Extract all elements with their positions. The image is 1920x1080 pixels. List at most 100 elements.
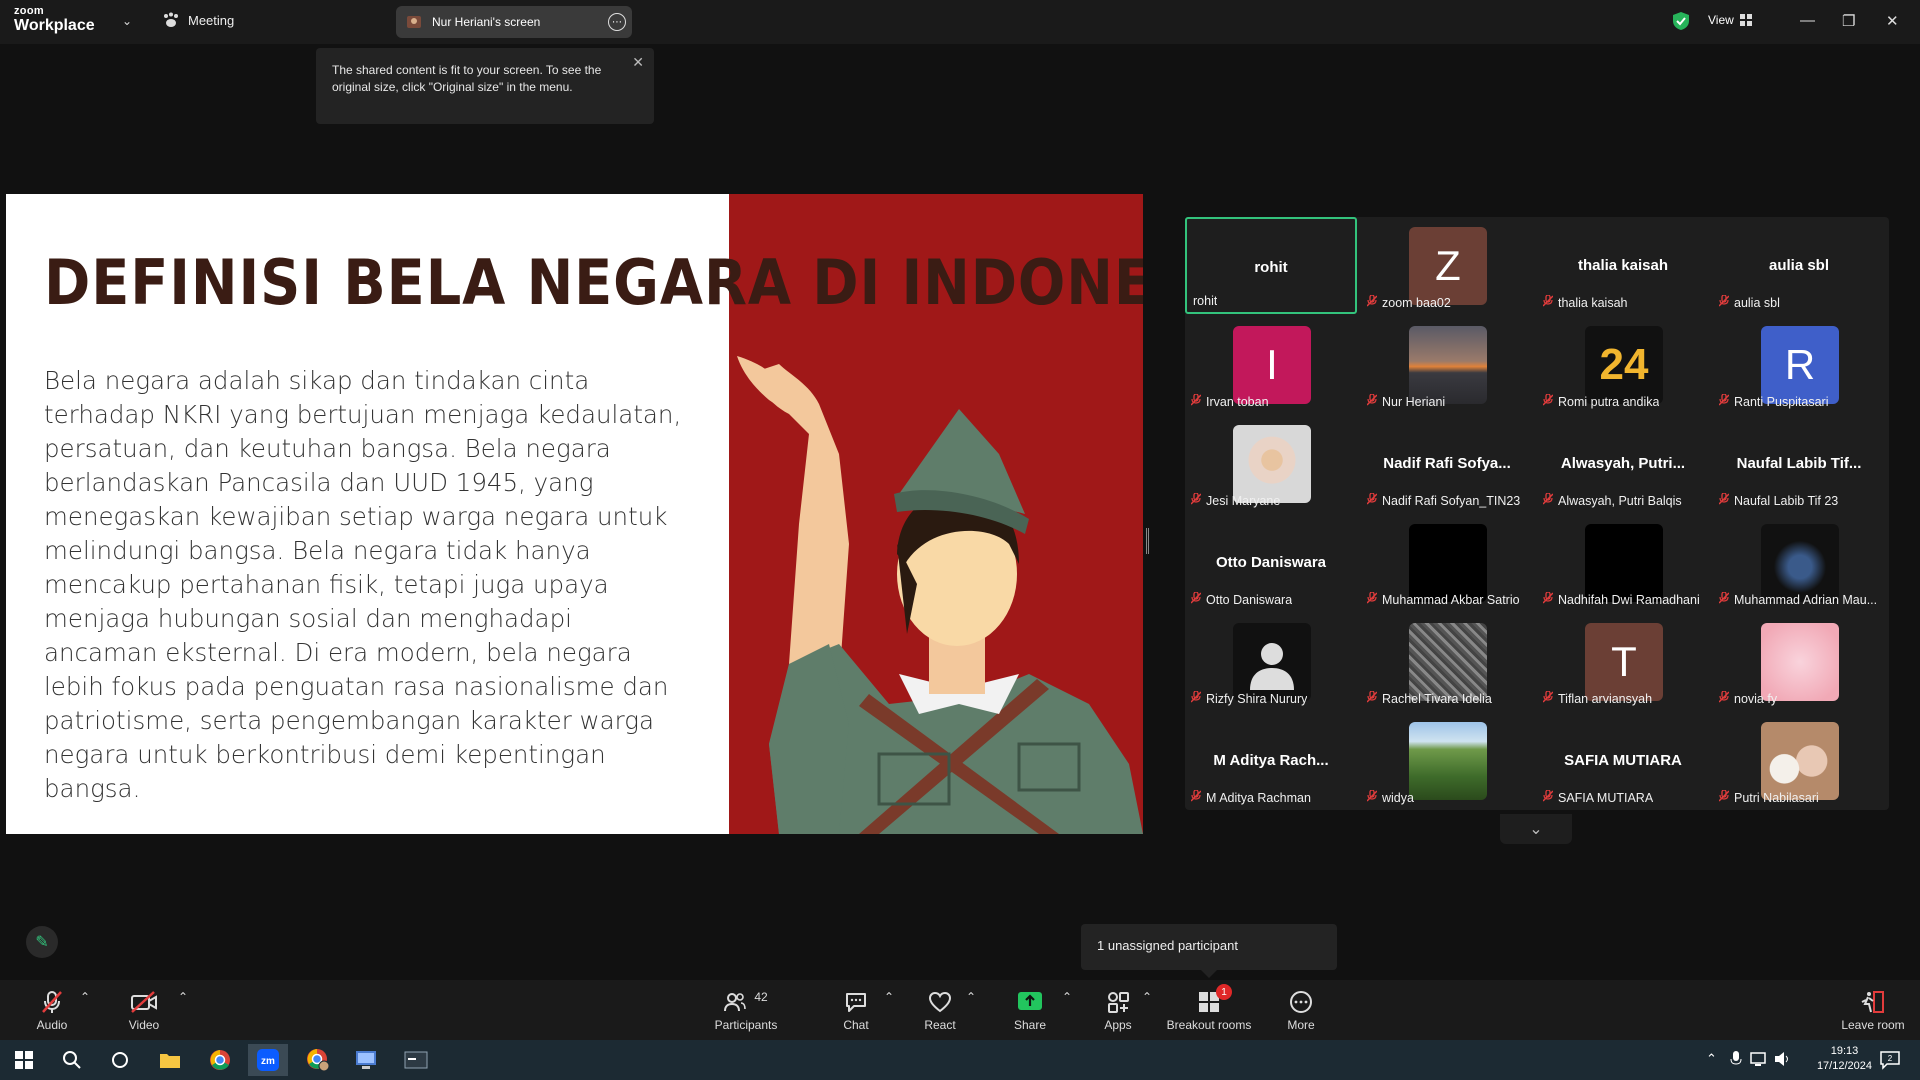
file-explorer-icon[interactable] [150, 1044, 190, 1076]
participant-tile[interactable]: R Ranti Puspitasari [1713, 316, 1885, 413]
audio-button[interactable]: Audio [32, 990, 72, 1032]
chrome-profile-icon[interactable] [298, 1044, 338, 1076]
more-label: More [1287, 1018, 1315, 1032]
video-button[interactable]: Video [124, 990, 164, 1032]
participant-name: Nadhifah Dwi Ramadhani [1543, 592, 1700, 607]
zoom-workplace-logo[interactable]: zoom Workplace [14, 6, 95, 34]
restore-icon[interactable]: ❐ [1842, 12, 1855, 30]
unassigned-participant-toast[interactable]: 1 unassigned participant [1081, 924, 1337, 978]
participant-tile[interactable]: aulia sbl aulia sbl [1713, 217, 1885, 314]
tooltip-close-icon[interactable]: ✕ [632, 54, 644, 71]
share-options-caret-icon[interactable]: ⌃ [1062, 990, 1072, 1004]
participant-tile[interactable]: Nur Heriani [1361, 316, 1533, 413]
participant-name: Muhammad Akbar Satrio [1367, 592, 1520, 607]
participant-tile[interactable]: Otto Daniswara Otto Daniswara [1185, 514, 1357, 611]
participant-tile[interactable]: widya [1361, 712, 1533, 809]
apps-button[interactable]: Apps [1100, 990, 1136, 1032]
taskbar-clock[interactable]: 19:13 17/12/2024 [1817, 1044, 1872, 1074]
fit-screen-tooltip: The shared content is fit to your screen… [316, 48, 654, 124]
participant-tile[interactable]: rohit rohit [1185, 217, 1357, 314]
participant-tile[interactable]: 24 Romi putra andika [1537, 316, 1709, 413]
screen-share-pill[interactable]: Nur Heriani's screen ⋯ [396, 6, 632, 38]
security-shield-icon[interactable] [1672, 11, 1690, 31]
tray-chevron-up-icon[interactable]: ⌃ [1706, 1051, 1717, 1067]
participants-label: Participants [714, 1018, 778, 1032]
task-view-icon[interactable] [100, 1044, 140, 1076]
participant-tile[interactable]: Rachel Tivara Idelia [1361, 613, 1533, 710]
chat-button[interactable]: Chat [838, 990, 874, 1032]
participant-tile[interactable]: Muhammad Akbar Satrio [1361, 514, 1533, 611]
participant-tile[interactable]: Putri Nabilasari [1713, 712, 1885, 809]
minimize-icon[interactable]: — [1800, 12, 1815, 29]
zoom-taskbar-icon[interactable]: zm [248, 1044, 288, 1076]
annotate-pen-icon[interactable]: ✎ [26, 926, 58, 958]
participant-tile[interactable]: Nadhifah Dwi Ramadhani [1537, 514, 1709, 611]
avatar [1233, 425, 1311, 503]
shared-screen-slide[interactable]: DEFINISI BELA NEGARA DI INDONESIA Bela n… [6, 194, 1143, 834]
breakout-rooms-button[interactable]: 1 Breakout rooms [1164, 984, 1254, 1032]
tray-mic-icon[interactable] [1730, 1051, 1742, 1067]
screen-label: Nur Heriani's screen [432, 15, 541, 29]
participant-name: rohit [1193, 294, 1217, 308]
leave-room-button[interactable]: Leave room [1838, 990, 1908, 1032]
participant-name-text: Muhammad Adrian Mau... [1734, 592, 1878, 607]
chat-options-caret-icon[interactable]: ⌃ [884, 990, 894, 1004]
search-icon[interactable] [52, 1044, 92, 1076]
leave-label: Leave room [1841, 1018, 1905, 1032]
participant-tile[interactable]: Rizfy Shira Nurury [1185, 613, 1357, 710]
participant-tile[interactable]: Naufal Labib Tif... Naufal Labib Tif 23 [1713, 415, 1885, 512]
meeting-info-button[interactable]: Meeting [162, 12, 234, 28]
participant-tile[interactable]: Alwasyah, Putri... Alwasyah, Putri Balqis [1537, 415, 1709, 512]
participant-tile[interactable]: SAFIA MUTIARA SAFIA MUTIARA [1537, 712, 1709, 809]
participants-button[interactable]: 42 Participants [712, 990, 780, 1032]
chat-label: Chat [843, 1018, 869, 1032]
participant-display-name: M Aditya Rach... [1213, 752, 1329, 769]
participant-display-name: Naufal Labib Tif... [1736, 455, 1862, 472]
participant-tile[interactable]: I Irvan toban [1185, 316, 1357, 413]
participant-tile[interactable]: novia fy [1713, 613, 1885, 710]
notification-center-icon[interactable]: 2 [1870, 1044, 1910, 1076]
video-options-caret-icon[interactable]: ⌃ [178, 990, 188, 1004]
resize-handle[interactable] [1146, 528, 1149, 554]
view-button[interactable]: View [1708, 13, 1752, 27]
tray-network-icon[interactable] [1750, 1051, 1768, 1067]
participant-name: zoom baa02 [1367, 295, 1451, 310]
mic-muted-icon [1543, 493, 1554, 508]
notif-count: 2 [1888, 1054, 1893, 1063]
participant-name-text: Alwasyah, Putri Balqis [1558, 493, 1682, 508]
mic-muted-icon [1367, 592, 1378, 607]
leave-room-icon [1861, 991, 1884, 1013]
mic-muted-icon [1719, 394, 1730, 409]
participant-tile[interactable]: Muhammad Adrian Mau... [1713, 514, 1885, 611]
app-window-icon[interactable] [396, 1044, 436, 1076]
participant-tile[interactable]: M Aditya Rach... M Aditya Rachman [1185, 712, 1357, 809]
mic-muted-icon [1367, 493, 1378, 508]
participant-tile[interactable]: Zzoom baa02 [1361, 217, 1533, 314]
participant-tile[interactable]: T Tiflan arviansyah [1537, 613, 1709, 710]
view-label: View [1708, 13, 1734, 27]
windows-start-icon[interactable] [4, 1044, 44, 1076]
gallery-next-page-icon[interactable]: ⌄ [1500, 814, 1572, 844]
participant-tile[interactable]: Nadif Rafi Sofya... Nadif Rafi Sofyan_TIN… [1361, 415, 1533, 512]
chrome-icon[interactable] [200, 1044, 240, 1076]
mic-muted-icon [1191, 790, 1202, 805]
more-button[interactable]: More [1286, 990, 1316, 1032]
remote-desktop-icon[interactable] [346, 1044, 386, 1076]
participant-name-text: Otto Daniswara [1206, 592, 1293, 607]
participant-name-text: Nur Heriani [1382, 394, 1446, 409]
tray-volume-icon[interactable] [1774, 1051, 1792, 1067]
windows-taskbar: zm ⌃ 19:13 17/12/2024 2 [0, 1040, 1920, 1080]
participant-name-text: aulia sbl [1734, 295, 1780, 310]
share-button[interactable]: Share [1012, 990, 1048, 1032]
react-button[interactable]: React [922, 990, 958, 1032]
close-icon[interactable]: ✕ [1886, 12, 1899, 30]
participant-tile[interactable]: Jesi Maryane [1185, 415, 1357, 512]
react-options-caret-icon[interactable]: ⌃ [966, 990, 976, 1004]
clock-date: 17/12/2024 [1816, 1060, 1872, 1072]
more-options-icon[interactable]: ⋯ [608, 13, 626, 31]
participant-tile[interactable]: thalia kaisah thalia kaisah [1537, 217, 1709, 314]
chevron-down-icon[interactable]: ⌄ [122, 14, 132, 28]
mic-muted-icon [1367, 691, 1378, 706]
apps-options-caret-icon[interactable]: ⌃ [1142, 990, 1152, 1004]
audio-options-caret-icon[interactable]: ⌃ [80, 990, 90, 1004]
